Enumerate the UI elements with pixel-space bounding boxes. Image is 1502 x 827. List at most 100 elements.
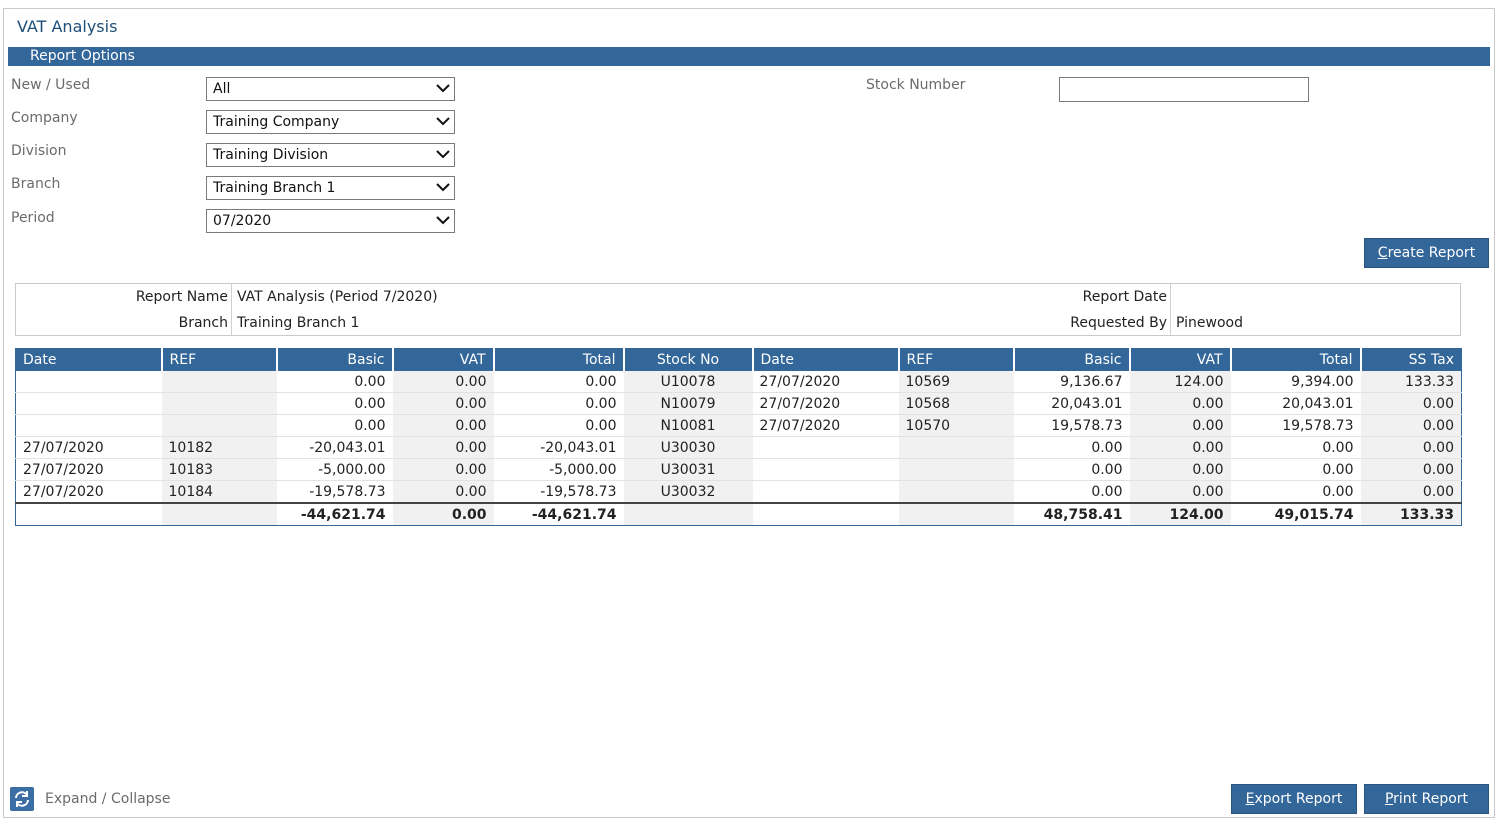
table-row[interactable]: 0.00 0.00 0.00 U10078 27/07/2020 10569 9,136.6… [15,371,1462,393]
chevron-down-icon [436,117,450,126]
cell-basic: -19,578.73 [276,480,393,504]
cell-date [15,392,162,415]
col-stock-no[interactable]: Stock No [623,348,754,371]
cell-stock-no: N10079 [623,392,753,415]
totals-row: -44,621.74 0.00 -44,621.74 48,758.41 124.00 4… [15,502,1462,526]
total-cell-total-2: 49,015.74 [1230,502,1361,526]
new-used-value: All [213,81,231,97]
cell-ref-2 [898,480,1014,504]
meta-divider [231,284,232,335]
cell-stock-no: U30031 [623,458,753,481]
period-label: Period [11,210,55,226]
chevron-down-icon [436,183,450,192]
cell-stock-no: U10078 [623,371,753,393]
division-select[interactable]: Training Division [206,143,455,167]
new-used-label: New / Used [11,77,91,93]
col-ref[interactable]: REF [161,348,278,371]
cell-total-2: 9,394.00 [1230,371,1361,393]
cell-date-2 [752,436,899,459]
col-vat[interactable]: VAT [392,348,495,371]
cell-basic: 0.00 [276,414,393,437]
cell-ref-2: 10568 [898,392,1014,415]
cell-vat: 0.00 [392,392,494,415]
cell-date: 27/07/2020 [15,436,162,459]
stock-number-label: Stock Number [866,77,966,93]
create-report-button[interactable]: Create Report [1364,238,1489,268]
col-ss-tax[interactable]: SS Tax [1360,348,1462,371]
cell-total-2: 0.00 [1230,458,1361,481]
cell-basic: -5,000.00 [276,458,393,481]
cell-date [15,414,162,437]
print-report-button[interactable]: Print Report [1364,784,1489,814]
cell-vat: 0.00 [392,371,494,393]
col-basic[interactable]: Basic [276,348,394,371]
expand-collapse-label[interactable]: Expand / Collapse [45,791,170,807]
requested-by-label: Requested By [1070,315,1167,331]
col-date[interactable]: Date [15,348,163,371]
company-select[interactable]: Training Company [206,110,455,134]
cell-ss-tax: 0.00 [1360,392,1462,415]
branch-value: Training Branch 1 [213,180,336,196]
company-value: Training Company [213,114,340,130]
total-cell-vat: 0.00 [392,502,494,526]
cell-total-2: 20,043.01 [1230,392,1361,415]
cell-ss-tax: 0.00 [1360,436,1462,459]
print-report-label: rint Report [1393,791,1469,807]
table-row[interactable]: 27/07/2020 10183 -5,000.00 0.00 -5,000.00 U30… [15,458,1462,481]
col-total-2[interactable]: Total [1230,348,1362,371]
cell-basic: -20,043.01 [276,436,393,459]
cell-ss-tax: 0.00 [1360,414,1462,437]
col-basic-2[interactable]: Basic [1013,348,1131,371]
new-used-select[interactable]: All [206,77,455,101]
report-options-header: Report Options [8,47,1490,66]
cell-date: 27/07/2020 [15,480,162,504]
print-report-accel: P [1384,791,1394,807]
cell-vat: 0.00 [392,436,494,459]
cell-ref-2 [898,458,1014,481]
cell-vat: 0.00 [392,458,494,481]
cell-total-2: 0.00 [1230,480,1361,504]
table-row[interactable]: 27/07/2020 10184 -19,578.73 0.00 -19,578.73 U… [15,480,1462,504]
company-label: Company [11,110,78,126]
table-row[interactable]: 0.00 0.00 0.00 N10081 27/07/2020 10570 19,578.… [15,414,1462,437]
grid-header-row: Date REF Basic VAT Total Stock No Date R… [15,348,1462,371]
col-total[interactable]: Total [493,348,625,371]
table-row[interactable]: 0.00 0.00 0.00 N10079 27/07/2020 10568 20,043.… [15,392,1462,415]
cell-date-2: 27/07/2020 [752,414,899,437]
cell-total: 0.00 [493,392,624,415]
export-report-button[interactable]: Export Report [1231,784,1357,814]
cell-total: -5,000.00 [493,458,624,481]
cell-vat-2: 0.00 [1129,480,1231,504]
total-cell-date [15,502,162,526]
chevron-down-icon [436,216,450,225]
col-ref-2[interactable]: REF [898,348,1015,371]
col-date-2[interactable]: Date [752,348,900,371]
col-vat-2[interactable]: VAT [1129,348,1232,371]
period-value: 07/2020 [213,213,272,229]
table-row[interactable]: 27/07/2020 10182 -20,043.01 0.00 -20,043.01 U… [15,436,1462,459]
cell-ref [161,392,277,415]
refresh-icon[interactable] [10,787,34,811]
branch-select[interactable]: Training Branch 1 [206,176,455,200]
cell-vat-2: 0.00 [1129,458,1231,481]
total-cell-basic: -44,621.74 [276,502,393,526]
period-select[interactable]: 07/2020 [206,209,455,233]
cell-basic-2: 0.00 [1013,436,1130,459]
meta-branch-value: Training Branch 1 [237,315,360,331]
cell-vat: 0.00 [392,480,494,504]
cell-total: -19,578.73 [493,480,624,504]
cell-ref [161,414,277,437]
cell-date-2: 27/07/2020 [752,371,899,393]
total-cell-stock-no [623,502,753,526]
total-cell-ref [161,502,277,526]
cell-total: -20,043.01 [493,436,624,459]
page-title: VAT Analysis [17,17,118,36]
cell-ref-2: 10570 [898,414,1014,437]
total-cell-total: -44,621.74 [493,502,624,526]
report-name-label: Report Name [135,289,228,305]
cell-ss-tax: 0.00 [1360,480,1462,504]
cell-basic-2: 9,136.67 [1013,371,1130,393]
cell-date-2: 27/07/2020 [752,392,899,415]
report-name-value: VAT Analysis (Period 7/2020) [237,289,438,305]
stock-number-input[interactable] [1059,77,1309,102]
